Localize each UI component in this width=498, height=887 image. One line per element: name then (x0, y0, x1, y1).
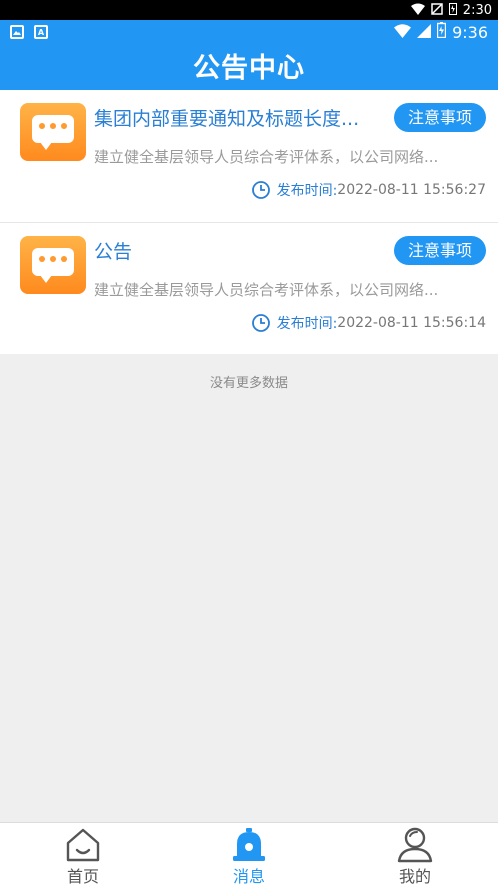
notice-tag-button[interactable]: 注意事项 (393, 236, 486, 265)
signal-icon (417, 23, 432, 42)
app-status-clock: 9:36 (452, 22, 488, 42)
battery-charging-icon (448, 2, 457, 18)
bottom-tab-bar: 首页 消息 我的 (0, 822, 498, 887)
notice-summary: 建立健全基层领导人员综合考评体系，以公司网络... (94, 281, 439, 299)
app-notification-icon: A (34, 25, 48, 39)
tab-home-label: 首页 (66, 867, 99, 886)
system-clock: 2:30 (462, 2, 492, 18)
publish-time-value: 2022-08-11 15:56:14 (337, 315, 486, 331)
notice-item[interactable]: 集团内部重要通知及标题长度... 注意事项 建立健全基层领导人员综合考评体系，以… (0, 90, 498, 222)
page-title: 公告中心 (193, 53, 305, 84)
clock-icon (251, 181, 270, 199)
tab-messages-label: 消息 (232, 867, 265, 886)
tab-home[interactable]: 首页 (0, 823, 166, 887)
home-icon (66, 828, 100, 862)
tab-messages[interactable]: 消息 (166, 823, 332, 887)
system-status-bar: 2:30 (0, 0, 498, 20)
notice-tag-button[interactable]: 注意事项 (393, 103, 486, 132)
publish-time-value: 2022-08-11 15:56:27 (337, 182, 486, 198)
chat-bubble-icon (20, 236, 86, 294)
clock-icon (251, 314, 270, 332)
no-sim-icon (431, 2, 443, 18)
notice-publish-time: 发布时间: 2022-08-11 15:56:14 (251, 313, 486, 333)
bell-icon (233, 828, 265, 861)
wifi-icon (410, 3, 425, 18)
user-icon (397, 827, 433, 863)
list-end-text: 没有更多数据 (209, 376, 288, 391)
notice-title: 公告 (94, 241, 133, 263)
notice-publish-time: 发布时间: 2022-08-11 15:56:27 (251, 180, 486, 200)
notice-title: 集团内部重要通知及标题长度... (94, 108, 360, 130)
battery-charging-icon (436, 22, 447, 42)
notice-list: 集团内部重要通知及标题长度... 注意事项 建立健全基层领导人员综合考评体系，以… (0, 90, 498, 354)
tab-profile[interactable]: 我的 (332, 823, 498, 887)
notice-summary: 建立健全基层领导人员综合考评体系，以公司网络... (94, 148, 439, 166)
chat-bubble-icon (20, 103, 86, 161)
wifi-icon (394, 23, 412, 42)
publish-time-label: 发布时间: (276, 316, 338, 332)
app-header: A 9:36 公告中心 (0, 20, 498, 90)
notice-item[interactable]: 公告 注意事项 建立健全基层领导人员综合考评体系，以公司网络... 发布时间: … (0, 222, 498, 354)
app-status-bar: A 9:36 (0, 20, 498, 46)
image-notification-icon (10, 25, 24, 39)
tab-profile-label: 我的 (398, 867, 431, 886)
publish-time-label: 发布时间: (276, 183, 338, 199)
